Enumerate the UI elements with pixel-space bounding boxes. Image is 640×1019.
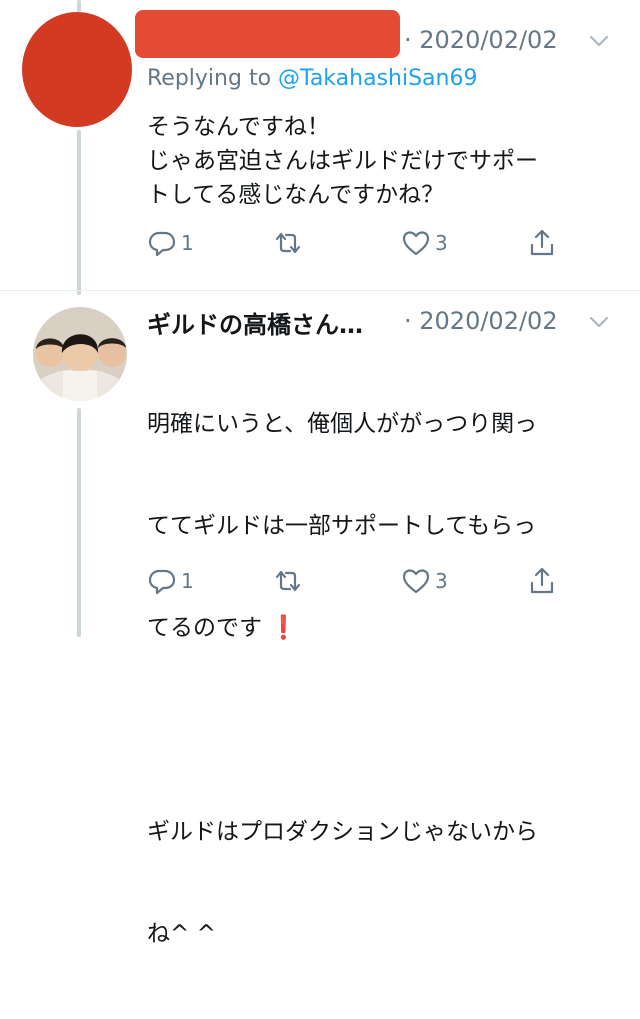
tweet-timestamp[interactable]: · 2020/02/02 [404, 26, 558, 54]
tweet-text-line: ね^ ^ [147, 921, 216, 947]
tweet-text-line: てるのです ❗ [147, 611, 538, 645]
retweet-icon [275, 570, 301, 592]
tweet-actions: 1 3 [147, 228, 577, 264]
display-name[interactable]: ギルドの高橋さん… [147, 305, 363, 340]
like-count: 3 [435, 569, 448, 593]
reply-icon [148, 569, 176, 595]
redacted-display-name [135, 10, 400, 58]
tweet-2[interactable]: ギルドの高橋さん… · 2020/02/02 明確にいうと、俺個人ががっつり関っ… [0, 291, 640, 947]
tweet-text-line: ててギルドは一部サポートしてもらっ [147, 513, 537, 539]
tweet-1[interactable]: · 2020/02/02 Replying to @TakahashiSan69… [0, 0, 640, 290]
tweet-text-line: ギルドはプロダクションじゃないから [147, 819, 538, 845]
avatar[interactable] [22, 12, 132, 127]
retweet-button[interactable] [273, 228, 307, 258]
tweet-timestamp[interactable]: · 2020/02/02 [404, 307, 558, 335]
share-icon [530, 567, 554, 594]
exclamation-emoji: ❗ [269, 615, 298, 641]
reply-icon [148, 231, 176, 257]
retweet-button[interactable] [273, 566, 307, 596]
tweet-text: そうなんですね！ じゃあ宮迫さんはギルドだけでサポー トしてる感じなんですかね？ [147, 114, 538, 208]
share-button[interactable] [527, 566, 557, 596]
replying-to-label: Replying to [147, 66, 279, 91]
group-photo-icon [33, 307, 127, 401]
like-icon [402, 569, 430, 594]
like-icon [402, 231, 430, 256]
tweet-text-fragment: てるのです [147, 615, 262, 641]
replying-to-handle[interactable]: @TakahashiSan69 [278, 66, 477, 91]
tweet-text-blank-line [147, 713, 538, 747]
like-count: 3 [435, 231, 448, 255]
tweet-text: 明確にいうと、俺個人ががっつり関っ ててギルドは一部サポートしてもらっ てるので… [147, 339, 538, 1019]
retweet-icon [275, 232, 301, 254]
like-button[interactable]: 3 [401, 566, 448, 596]
avatar[interactable] [33, 307, 127, 401]
share-icon [530, 229, 554, 256]
tweet-actions: 1 3 [147, 566, 577, 602]
chevron-down-icon[interactable] [588, 30, 610, 52]
reply-button[interactable]: 1 [147, 566, 194, 596]
share-button[interactable] [527, 228, 557, 258]
like-button[interactable]: 3 [401, 228, 448, 258]
tweet-text-line: 明確にいうと、俺個人ががっつり関っ [147, 411, 538, 437]
reply-count: 1 [181, 569, 194, 593]
reply-count: 1 [181, 231, 194, 255]
reply-button[interactable]: 1 [147, 228, 194, 258]
replying-to: Replying to @TakahashiSan69 [147, 66, 477, 91]
chevron-down-icon[interactable] [588, 311, 610, 333]
